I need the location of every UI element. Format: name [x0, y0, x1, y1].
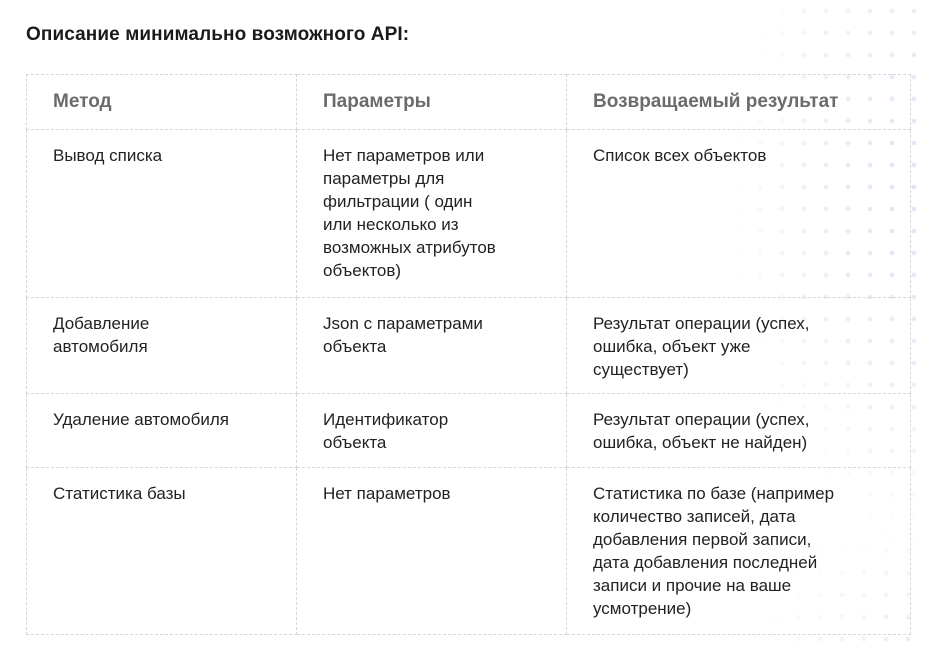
page-title: Описание минимально возможного API: — [26, 24, 410, 45]
method-cell: Удаление автомобиля — [26, 393, 297, 468]
column-header-params: Параметры — [296, 74, 567, 130]
api-table: Метод Параметры Возвращаемый результат В… — [26, 74, 911, 635]
table-header-row: Метод Параметры Возвращаемый результат — [26, 74, 911, 130]
result-text: Список всех объектов — [593, 146, 767, 165]
result-cell: Результат операции (успех, ошибка, объект… — [566, 393, 911, 468]
params-cell: Нет параметров или параметры для фильтраци… — [296, 129, 567, 298]
result-cell: Статистика по базе (например количество з… — [566, 467, 911, 635]
params-cell: Идентификатор объекта — [296, 393, 567, 468]
method-cell: Вывод списка — [26, 129, 297, 298]
result-cell: Результат операции (успех, ошибка, объект… — [566, 297, 911, 394]
result-cell: Список всех объектов — [566, 129, 911, 298]
method-text: Удаление автомобиля — [53, 410, 229, 429]
method-text: Статистика базы — [53, 484, 186, 503]
page: Описание минимально возможного API: Мето… — [0, 0, 927, 646]
table-row: Статистика базы Нет параметров Статистик… — [26, 467, 911, 635]
result-text: Результат операции (успех, ошибка, объект… — [593, 410, 810, 452]
params-cell: Нет параметров — [296, 467, 567, 635]
result-text: Результат операции (успех, ошибка, объект… — [593, 314, 810, 379]
method-cell: Добавление автомобиля — [26, 297, 297, 394]
column-header-result: Возвращаемый результат — [566, 74, 911, 130]
params-text: Идентификатор объекта — [323, 410, 449, 452]
method-text: Вывод списка — [53, 146, 163, 165]
table-row: Вывод списка Нет параметров или параметры… — [26, 129, 911, 298]
params-text: Нет параметров или параметры для фильтраци… — [323, 146, 496, 280]
params-text: Нет параметров — [323, 484, 451, 503]
params-text: Json с параметрами объекта — [323, 314, 483, 356]
method-text: Добавление автомобиля — [53, 314, 150, 356]
params-cell: Json с параметрами объекта — [296, 297, 567, 394]
method-cell: Статистика базы — [26, 467, 297, 635]
table-row: Удаление автомобиля Идентификатор объекта… — [26, 393, 911, 468]
column-header-method: Метод — [26, 74, 297, 130]
table-row: Добавление автомобиля Json с параметрами о… — [26, 297, 911, 394]
result-text: Статистика по базе (например количество з… — [593, 484, 835, 618]
